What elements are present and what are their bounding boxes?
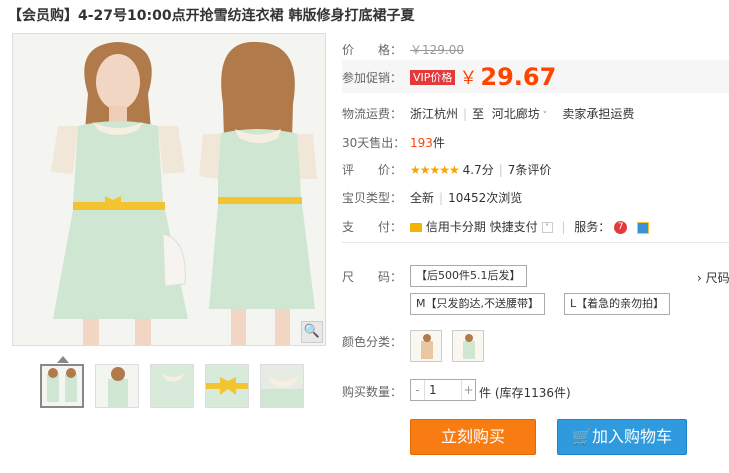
size-option-m[interactable]: M【只发韵达,不送腰带】 (410, 293, 545, 315)
shipping-fee: 卖家承担运费 (562, 107, 635, 121)
color-swatch-mint[interactable] (452, 330, 484, 362)
payment-label: 支 付： (342, 220, 403, 234)
size-guide-link[interactable]: › 尺码 (697, 269, 729, 286)
currency-symbol: ￥ (459, 68, 478, 89)
minus-icon[interactable]: - (411, 380, 425, 400)
promo-label: 参加促销： (342, 71, 403, 85)
thumbnail-2[interactable] (95, 364, 139, 408)
credit-installment[interactable]: 信用卡分期 (426, 220, 486, 234)
color-label: 颜色分类： (342, 335, 403, 349)
buy-now-button[interactable]: 立刻购买 (410, 419, 536, 455)
size-label: 尺 码： (342, 270, 403, 284)
review-count-link[interactable]: 7条评价 (508, 163, 552, 177)
thumbnail-strip (40, 364, 304, 408)
quick-pay[interactable]: 快捷支付 (490, 220, 538, 234)
item-type-label: 宝贝类型： (342, 191, 403, 205)
ship-to-dropdown[interactable]: 河北廊坊 ˅ (492, 107, 547, 121)
view-count: 10452次浏览 (448, 191, 523, 205)
divider (342, 242, 729, 243)
thumbnail-5[interactable] (260, 364, 304, 408)
product-title: 【会员购】4-27号10:00点开抢雪纺连衣裙 韩版修身打底裙子夏 (8, 8, 415, 24)
item-condition: 全新 (410, 191, 435, 205)
sales-unit: 件 (432, 136, 445, 150)
add-to-cart-button[interactable]: 🛒加入购物车 (557, 419, 687, 455)
vip-badge: VIP价格 (410, 69, 456, 85)
price-label: 价 格： (342, 43, 403, 57)
magnifier-icon[interactable]: 🔍 (301, 321, 323, 343)
chevron-down-icon[interactable]: ˅ (541, 222, 553, 233)
size-option-1[interactable]: 【后500件5.1后发】 (410, 265, 527, 287)
sales-label: 30天售出： (342, 136, 406, 150)
dress-photo (13, 34, 325, 345)
thumbnail-1[interactable] (40, 364, 84, 408)
seven-day-return-icon[interactable]: 7 (614, 221, 628, 234)
color-swatch-apricot[interactable] (410, 330, 442, 362)
ship-to-prefix: 至 (472, 107, 485, 121)
chevron-down-icon: ˅ (539, 111, 548, 121)
guarantee-icon[interactable] (636, 221, 649, 234)
shipping-label: 物流运费： (342, 107, 403, 121)
cart-icon: 🛒 (572, 427, 592, 446)
quantity-input[interactable]: 1 (429, 380, 437, 400)
chevron-right-icon: › (697, 271, 706, 285)
main-product-image[interactable]: 🔍 (12, 33, 326, 346)
ship-from: 浙江杭州 (410, 107, 459, 121)
promo-price-group: VIP价格 ￥ 29.67 (410, 63, 556, 91)
credit-card-icon (410, 223, 422, 232)
original-price: ￥129.00 (410, 43, 464, 57)
star-rating-icon: ★★★★★ (410, 163, 460, 177)
plus-icon[interactable]: + (461, 380, 475, 400)
thumbnail-3[interactable] (150, 364, 194, 408)
rating-label: 评 价： (342, 163, 403, 177)
thumbnail-4[interactable] (205, 364, 249, 408)
stock-text: 件 (库存1136件) (479, 386, 571, 400)
quantity-label: 购买数量： (342, 385, 403, 399)
size-option-l[interactable]: L【着急的亲勿拍】 (564, 293, 671, 315)
service-label: 服务： (574, 220, 611, 234)
thumb-selector-arrow-icon (57, 356, 69, 363)
sales-count: 193 (410, 136, 433, 150)
rating-score: 4.7分 (462, 163, 494, 177)
quantity-stepper[interactable]: - 1 + (410, 379, 476, 401)
promo-row: 参加促销： VIP价格 ￥ 29.67 (342, 60, 729, 93)
promo-price: 29.67 (480, 63, 557, 91)
